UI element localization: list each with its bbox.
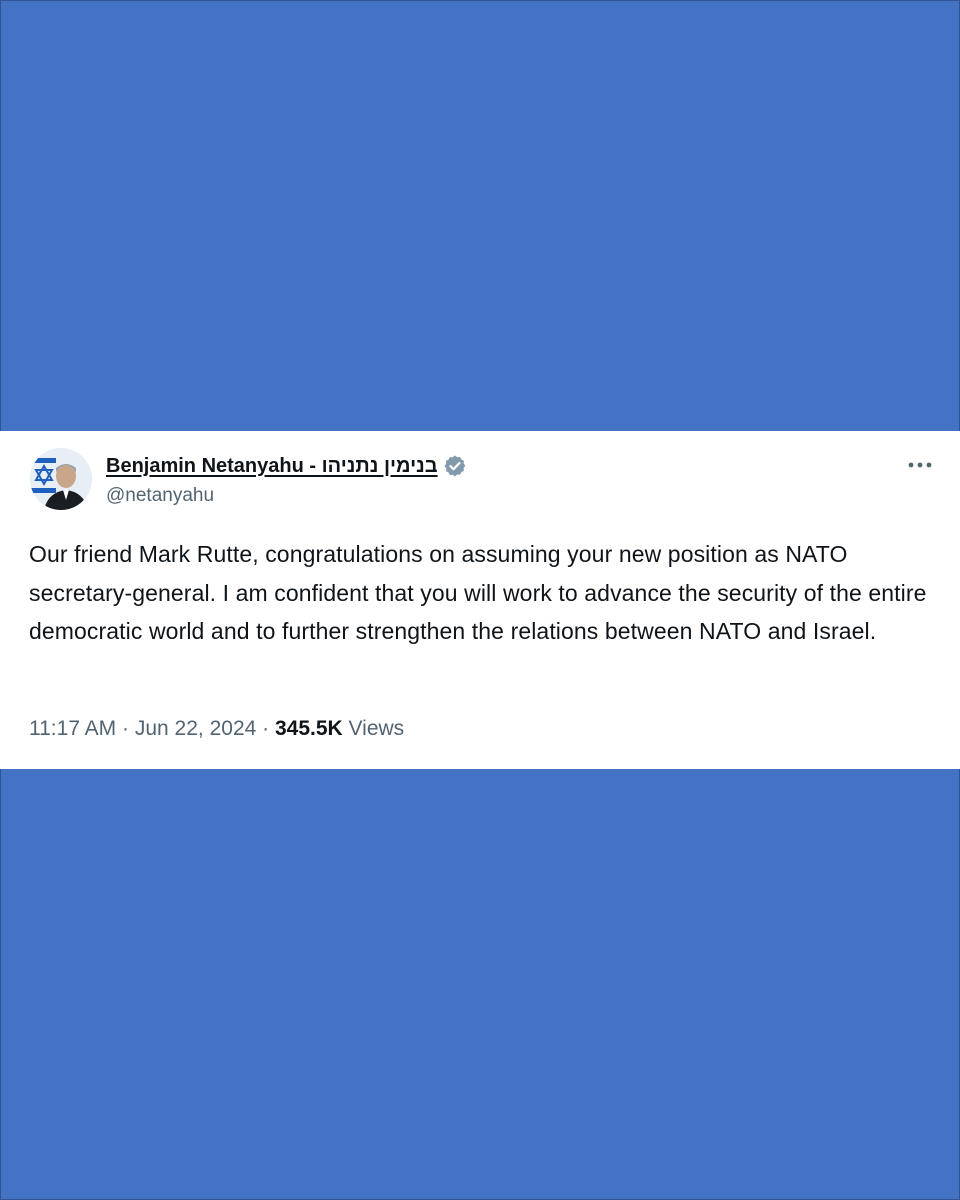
tweet-card: Benjamin Netanyahu - בנימין נתניהו @neta… [0,431,960,769]
profile-photo-icon [30,448,92,510]
ellipsis-icon [908,462,932,468]
views-count: 345.5K [274,717,343,740]
author-display-name[interactable]: Benjamin Netanyahu - בנימין נתניהו [106,455,438,478]
author-handle[interactable]: @netanyahu [106,485,214,507]
meta-separator: · [122,717,130,740]
verified-badge-icon [443,454,467,478]
more-options-button[interactable] [902,451,938,479]
author-name-row: Benjamin Netanyahu - בנימין נתניהו [106,452,467,480]
meta-separator: · [262,717,270,740]
tweet-text: Our friend Mark Rutte, congratulations o… [29,541,927,644]
tweet-meta: 11:17 AM · Jun 22, 2024 · 345.5K Views [29,717,404,741]
tweet-time[interactable]: 11:17 AM [29,717,116,740]
author-avatar[interactable] [30,448,92,510]
tweet-date[interactable]: Jun 22, 2024 [135,717,256,740]
views-label: Views [348,717,405,740]
